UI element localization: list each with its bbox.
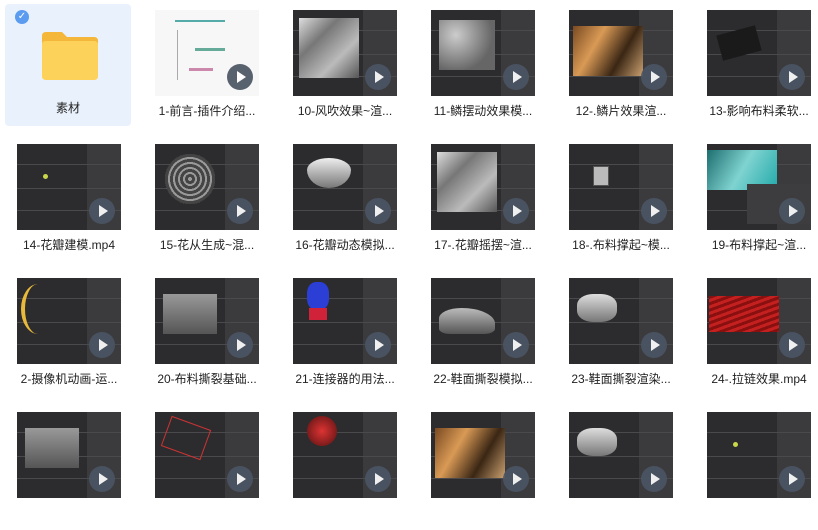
play-icon[interactable] bbox=[641, 332, 667, 358]
video-item[interactable]: 24-.拉链效果.mp4 bbox=[695, 272, 818, 396]
video-label: 18-.布料撑起~模... bbox=[572, 238, 670, 252]
video-thumbnail bbox=[155, 412, 259, 498]
play-icon[interactable] bbox=[89, 198, 115, 224]
video-label: 14-花瓣建模.mp4 bbox=[22, 238, 116, 252]
video-item[interactable]: 2-摄像机动画-运... bbox=[5, 272, 133, 396]
play-icon[interactable] bbox=[365, 466, 391, 492]
play-icon[interactable] bbox=[365, 198, 391, 224]
play-icon[interactable] bbox=[641, 198, 667, 224]
video-label: 24-.拉链效果.mp4 bbox=[711, 372, 807, 386]
video-label: 16-花瓣动态模拟... bbox=[295, 238, 395, 252]
play-icon[interactable] bbox=[779, 466, 805, 492]
video-item[interactable] bbox=[281, 406, 409, 530]
video-item[interactable] bbox=[5, 406, 133, 530]
video-item[interactable]: 17-.花瓣摇摆~渲... bbox=[419, 138, 547, 262]
video-item[interactable]: 22-鞋面撕裂模拟... bbox=[419, 272, 547, 396]
video-label: 22-鞋面撕裂模拟... bbox=[433, 372, 533, 386]
play-icon[interactable] bbox=[227, 64, 253, 90]
video-thumbnail bbox=[431, 10, 535, 96]
video-thumbnail bbox=[17, 412, 121, 498]
video-item[interactable]: 23-鞋面撕裂渲染... bbox=[557, 272, 685, 396]
video-thumbnail bbox=[293, 144, 397, 230]
video-thumbnail bbox=[293, 412, 397, 498]
video-thumbnail bbox=[293, 278, 397, 364]
video-thumbnail bbox=[155, 10, 259, 96]
video-item[interactable]: 12-.鳞片效果渲... bbox=[557, 4, 685, 128]
video-label: 1-前言-插件介绍... bbox=[158, 104, 256, 118]
video-thumbnail bbox=[293, 10, 397, 96]
play-icon[interactable] bbox=[503, 64, 529, 90]
play-icon[interactable] bbox=[227, 198, 253, 224]
play-icon[interactable] bbox=[779, 332, 805, 358]
play-icon[interactable] bbox=[365, 64, 391, 90]
play-icon[interactable] bbox=[641, 466, 667, 492]
video-item[interactable]: 11-鳞摆动效果模... bbox=[419, 4, 547, 128]
video-item[interactable]: 21-连接器的用法... bbox=[281, 272, 409, 396]
play-icon[interactable] bbox=[779, 198, 805, 224]
video-thumbnail bbox=[155, 278, 259, 364]
folder-item[interactable]: ✓ 素材 bbox=[5, 4, 131, 126]
folder-icon bbox=[42, 32, 98, 80]
video-item[interactable] bbox=[557, 406, 685, 530]
video-thumbnail bbox=[17, 278, 121, 364]
video-item[interactable] bbox=[419, 406, 547, 530]
play-icon[interactable] bbox=[365, 332, 391, 358]
play-icon[interactable] bbox=[503, 198, 529, 224]
video-label: 10-风吹效果~渲... bbox=[297, 104, 393, 118]
video-item[interactable]: 10-风吹效果~渲... bbox=[281, 4, 409, 128]
video-thumbnail bbox=[431, 412, 535, 498]
play-icon[interactable] bbox=[779, 64, 805, 90]
play-icon[interactable] bbox=[227, 466, 253, 492]
video-thumbnail bbox=[17, 144, 121, 230]
play-icon[interactable] bbox=[89, 332, 115, 358]
play-icon[interactable] bbox=[503, 332, 529, 358]
video-label: 21-连接器的用法... bbox=[295, 372, 395, 386]
play-icon[interactable] bbox=[503, 466, 529, 492]
video-thumbnail bbox=[569, 412, 673, 498]
video-thumbnail bbox=[707, 412, 811, 498]
video-thumbnail bbox=[431, 278, 535, 364]
video-item[interactable] bbox=[695, 406, 818, 530]
check-icon[interactable]: ✓ bbox=[15, 10, 29, 24]
video-item[interactable]: 19-布料撑起~渲... bbox=[695, 138, 818, 262]
video-thumbnail bbox=[155, 144, 259, 230]
file-grid: ✓ 素材 1-前言-插件介绍... 10-风吹效果~渲... 11-鳞摆动效果模..… bbox=[0, 0, 818, 498]
video-thumbnail bbox=[569, 278, 673, 364]
video-item[interactable]: 18-.布料撑起~模... bbox=[557, 138, 685, 262]
video-item[interactable]: 14-花瓣建模.mp4 bbox=[5, 138, 133, 262]
video-thumbnail bbox=[707, 10, 811, 96]
video-item[interactable] bbox=[143, 406, 271, 530]
video-label: 15-花从生成~混... bbox=[159, 238, 255, 252]
video-label: 13-影响布料柔软... bbox=[709, 104, 809, 118]
video-thumbnail bbox=[569, 10, 673, 96]
video-thumbnail bbox=[707, 144, 811, 230]
video-label: 20-布料撕裂基础... bbox=[157, 372, 257, 386]
video-item[interactable]: 16-花瓣动态模拟... bbox=[281, 138, 409, 262]
video-item[interactable]: 15-花从生成~混... bbox=[143, 138, 271, 262]
video-label: 12-.鳞片效果渲... bbox=[575, 104, 667, 118]
folder-label: 素材 bbox=[55, 101, 80, 115]
play-icon[interactable] bbox=[227, 332, 253, 358]
video-label: 2-摄像机动画-运... bbox=[20, 372, 118, 386]
play-icon[interactable] bbox=[641, 64, 667, 90]
play-icon[interactable] bbox=[89, 466, 115, 492]
video-item[interactable]: 1-前言-插件介绍... bbox=[143, 4, 271, 128]
video-item[interactable]: 13-影响布料柔软... bbox=[695, 4, 818, 128]
video-item[interactable]: 20-布料撕裂基础... bbox=[143, 272, 271, 396]
video-label: 11-鳞摆动效果模... bbox=[433, 104, 533, 118]
video-thumbnail bbox=[431, 144, 535, 230]
video-label: 23-鞋面撕裂渲染... bbox=[571, 372, 671, 386]
video-thumbnail bbox=[569, 144, 673, 230]
video-label: 19-布料撑起~渲... bbox=[711, 238, 807, 252]
video-label: 17-.花瓣摇摆~渲... bbox=[434, 238, 532, 252]
video-thumbnail bbox=[707, 278, 811, 364]
